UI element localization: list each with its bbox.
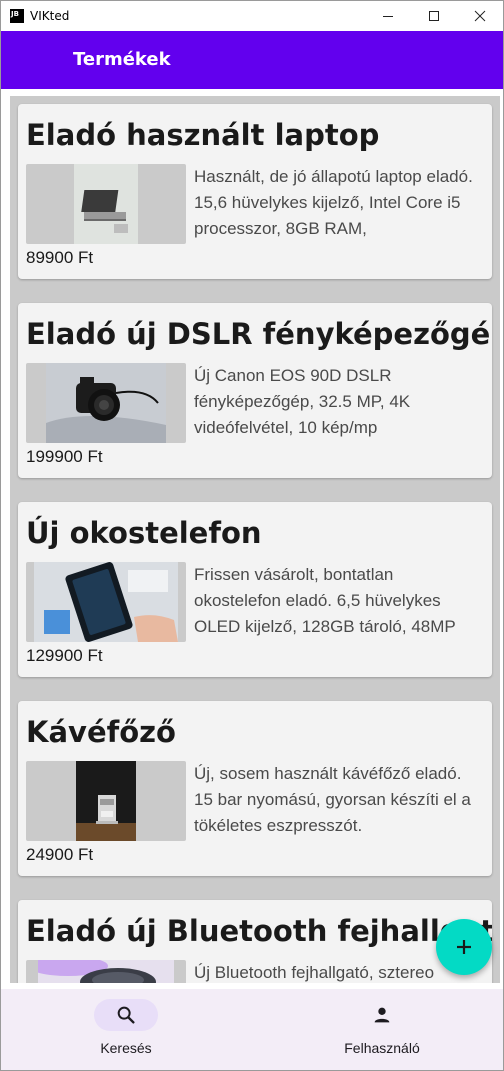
close-button[interactable] <box>457 1 503 31</box>
minimize-icon <box>383 16 393 17</box>
product-description: Frissen vásárolt, bontatlan okostelefon … <box>194 565 456 636</box>
plus-icon <box>457 940 471 954</box>
product-price: 89900 Ft <box>26 248 94 267</box>
person-icon <box>374 1007 390 1023</box>
product-title: Eladó új DSLR fényképezőgép <box>26 317 492 351</box>
product-description: Használt, de jó állapotú laptop eladó. 1… <box>194 167 473 238</box>
product-card[interactable]: Kávéfőző Új, sosem használt kávéfőző ela… <box>18 701 492 876</box>
product-image <box>26 562 186 642</box>
product-image <box>26 164 186 244</box>
top-app-bar: Termékek <box>1 31 503 89</box>
maximize-icon <box>429 11 439 21</box>
product-description: Új Canon EOS 90D DSLR fényképezőgép, 32.… <box>194 366 411 437</box>
nav-label-search: Keresés <box>100 1040 152 1056</box>
coffee-maker-photo <box>76 761 136 841</box>
product-image <box>26 761 186 841</box>
app-window: JB VIKted Termékek Eladó használt laptop <box>0 0 504 1071</box>
close-icon <box>474 10 486 22</box>
maximize-button[interactable] <box>411 1 457 31</box>
product-title: Eladó új Bluetooth fejhallgató <box>26 914 492 948</box>
smartphone-photo <box>34 562 178 642</box>
product-card[interactable]: Eladó új Bluetooth fejhallgató Új Blueto… <box>18 900 492 983</box>
headphones-photo <box>38 960 174 983</box>
product-description: Új, sosem használt kávéfőző eladó. 15 ba… <box>194 764 471 835</box>
minimize-button[interactable] <box>365 1 411 31</box>
page-title: Termékek <box>73 49 171 70</box>
add-product-button[interactable] <box>436 919 492 975</box>
nav-icon-container <box>350 999 414 1031</box>
camera-photo <box>46 363 166 443</box>
laptop-photo <box>74 164 138 244</box>
product-card[interactable]: Eladó használt laptop Használt, de jó ál… <box>18 104 492 279</box>
product-price: 199900 Ft <box>26 447 103 466</box>
product-image <box>26 960 186 983</box>
product-card[interactable]: Új okostelefon Frissen vásárolt, bontatl… <box>18 502 492 677</box>
product-list[interactable]: Eladó használt laptop Használt, de jó ál… <box>10 96 500 983</box>
window-controls <box>365 1 503 31</box>
product-price: 129900 Ft <box>26 646 103 665</box>
window-title: VIKted <box>30 9 70 23</box>
nav-item-search[interactable]: Keresés <box>46 999 206 1064</box>
product-title: Új okostelefon <box>26 516 262 550</box>
window-titlebar[interactable]: JB VIKted <box>1 1 503 31</box>
product-card[interactable]: Eladó új DSLR fényképezőgép Új Canon EOS… <box>18 303 492 478</box>
nav-active-indicator <box>94 999 158 1031</box>
bottom-navigation: Keresés Felhasználó <box>1 989 503 1070</box>
nav-label-user: Felhasználó <box>344 1040 420 1056</box>
search-icon <box>117 1006 135 1024</box>
product-price: 24900 Ft <box>26 845 94 864</box>
nav-item-user[interactable]: Felhasználó <box>302 999 462 1064</box>
product-title: Kávéfőző <box>26 715 176 749</box>
product-title: Eladó használt laptop <box>26 118 380 152</box>
app-icon: JB <box>10 9 24 23</box>
product-image <box>26 363 186 443</box>
